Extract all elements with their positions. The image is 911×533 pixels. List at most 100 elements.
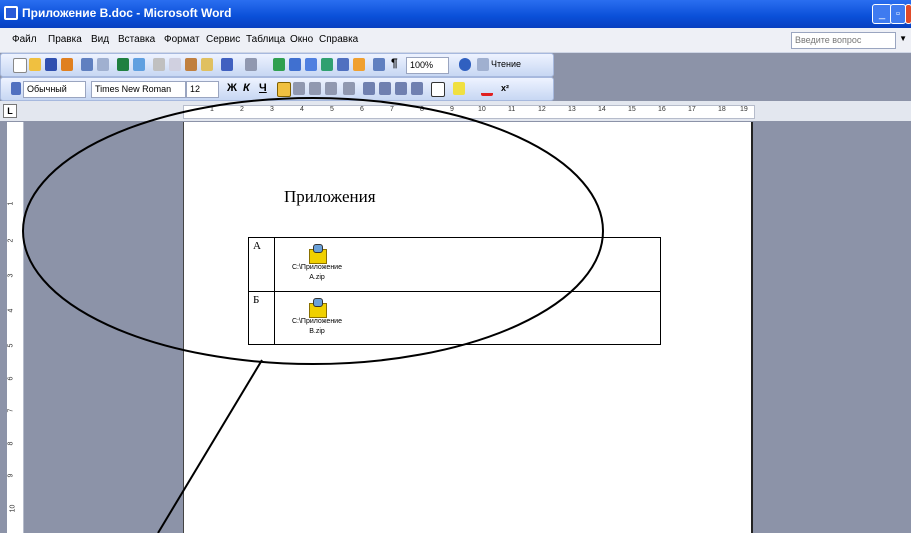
numbering-icon[interactable] <box>363 82 375 95</box>
menu-help[interactable]: Справка <box>319 34 358 45</box>
embedded-zip-object[interactable]: C:\Приложение B.zip <box>287 298 347 336</box>
line-spacing-icon[interactable] <box>343 82 355 95</box>
document-heading[interactable]: Приложения <box>284 187 376 207</box>
object-filename: A.zip <box>309 274 325 281</box>
ruler-tick: 11 <box>508 106 516 113</box>
menu-window[interactable]: Окно <box>290 34 313 45</box>
align-right-icon[interactable] <box>309 82 321 95</box>
ruler-tick: 8 <box>420 106 424 113</box>
object-filename: B.zip <box>309 328 325 335</box>
table-cell-letter[interactable]: Б <box>249 292 275 345</box>
ruler-tick: 15 <box>628 106 636 113</box>
word-app-icon[interactable] <box>4 6 18 20</box>
object-path: C:\Приложение <box>291 318 342 325</box>
borders-icon[interactable] <box>431 82 445 97</box>
tables-borders-icon[interactable] <box>289 58 301 71</box>
menu-insert[interactable]: Вставка <box>118 34 155 45</box>
menu-bar: Файл Правка Вид Вставка Формат Сервис Та… <box>0 28 911 53</box>
redo-icon[interactable] <box>245 58 257 71</box>
underline-button[interactable]: Ч <box>259 82 267 94</box>
undo-icon[interactable] <box>221 58 233 71</box>
copy-icon[interactable] <box>169 58 181 71</box>
formatting-toolbar: Обычный Times New Roman 12 Ж К Ч x² <box>0 77 554 101</box>
zip-package-icon[interactable] <box>307 298 327 318</box>
table-row[interactable]: А C:\Приложение A.zip <box>249 238 660 291</box>
table-cell-letter[interactable]: А <box>249 238 275 291</box>
close-button[interactable] <box>905 4 911 24</box>
zip-package-icon[interactable] <box>307 244 327 264</box>
ruler-tick: 9 <box>7 473 15 478</box>
vertical-ruler[interactable]: 1 2 3 4 5 6 7 8 9 10 <box>7 122 24 533</box>
font-size-select[interactable]: 12 <box>186 81 219 98</box>
minimize-button[interactable]: _ <box>872 4 892 24</box>
ruler-tick: 19 <box>740 106 748 113</box>
ruler-tick: 13 <box>568 106 576 113</box>
ruler-tick: 16 <box>658 106 666 113</box>
menu-view[interactable]: Вид <box>91 34 109 45</box>
bold-button[interactable]: Ж <box>227 82 237 94</box>
spelling-icon[interactable] <box>117 58 129 71</box>
ruler-tick: 10 <box>478 106 486 113</box>
menu-table[interactable]: Таблица <box>246 34 285 45</box>
document-map-icon[interactable] <box>373 58 385 71</box>
font-select[interactable]: Times New Roman <box>91 81 186 98</box>
maximize-button[interactable]: ▫ <box>890 4 906 24</box>
increase-indent-icon[interactable] <box>411 82 423 95</box>
insert-excel-icon[interactable] <box>321 58 333 71</box>
align-left-icon[interactable] <box>277 82 291 97</box>
superscript-icon[interactable]: x² <box>501 83 509 93</box>
decrease-indent-icon[interactable] <box>395 82 407 95</box>
cut-icon[interactable] <box>153 58 165 71</box>
table-row[interactable]: Б C:\Приложение B.zip <box>249 291 660 345</box>
save-icon[interactable] <box>45 58 57 71</box>
menu-file[interactable]: Файл <box>12 34 37 45</box>
styles-icon[interactable] <box>11 82 21 95</box>
reading-button[interactable]: Чтение <box>491 59 521 69</box>
open-folder-icon[interactable] <box>29 58 41 71</box>
menu-tools[interactable]: Сервис <box>206 34 240 45</box>
ask-question-input[interactable]: Введите вопрос <box>791 32 896 49</box>
standard-toolbar: ¶ 100% Чтение <box>0 53 554 77</box>
ruler-tick: 12 <box>538 106 546 113</box>
zoom-select[interactable]: 100% <box>406 57 449 74</box>
embedded-zip-object[interactable]: C:\Приложение A.zip <box>287 244 347 282</box>
ruler-tick: 9 <box>450 106 454 113</box>
horizontal-ruler[interactable]: 1 2 3 4 5 6 7 8 9 10 11 12 13 14 15 16 1… <box>183 105 755 119</box>
permission-icon[interactable] <box>61 58 73 71</box>
paste-icon[interactable] <box>185 58 197 71</box>
window-title: Приложение B.doc - Microsoft Word <box>22 6 232 20</box>
research-icon[interactable] <box>133 58 145 71</box>
columns-icon[interactable] <box>337 58 349 71</box>
ruler-tick: 14 <box>598 106 606 113</box>
italic-button[interactable]: К <box>243 82 250 94</box>
font-color-icon[interactable] <box>481 80 493 96</box>
chevron-down-icon[interactable]: ▼ <box>899 34 907 43</box>
ruler-tick: 5 <box>7 343 15 348</box>
tab-selector[interactable]: L <box>3 104 17 118</box>
ruler-tick: 17 <box>688 106 696 113</box>
appendix-table[interactable]: А C:\Приложение A.zip Б C:\Приложение B.… <box>248 237 661 345</box>
show-hide-paragraph-icon[interactable]: ¶ <box>391 56 403 70</box>
ruler-tick: 4 <box>7 308 15 313</box>
ruler-tick: 7 <box>7 408 15 413</box>
print-preview-icon[interactable] <box>97 58 109 71</box>
ruler-area: L 1 2 3 4 5 6 7 8 9 10 11 12 13 14 15 16… <box>0 101 911 121</box>
align-center-icon[interactable] <box>293 82 305 95</box>
justify-icon[interactable] <box>325 82 337 95</box>
hyperlink-icon[interactable] <box>273 58 285 71</box>
help-icon[interactable] <box>459 58 471 71</box>
ruler-tick: 5 <box>330 106 334 113</box>
reading-icon[interactable] <box>477 58 489 71</box>
menu-edit[interactable]: Правка <box>48 34 82 45</box>
highlight-icon[interactable] <box>453 82 465 95</box>
menu-format[interactable]: Формат <box>164 34 200 45</box>
insert-table-icon[interactable] <box>305 58 317 71</box>
print-icon[interactable] <box>81 58 93 71</box>
drawing-icon[interactable] <box>353 58 365 71</box>
ruler-tick: 1 <box>210 106 214 113</box>
format-painter-icon[interactable] <box>201 58 213 71</box>
style-select[interactable]: Обычный <box>23 81 86 98</box>
new-document-icon[interactable] <box>13 58 27 73</box>
ruler-tick: 4 <box>300 106 304 113</box>
bullets-icon[interactable] <box>379 82 391 95</box>
